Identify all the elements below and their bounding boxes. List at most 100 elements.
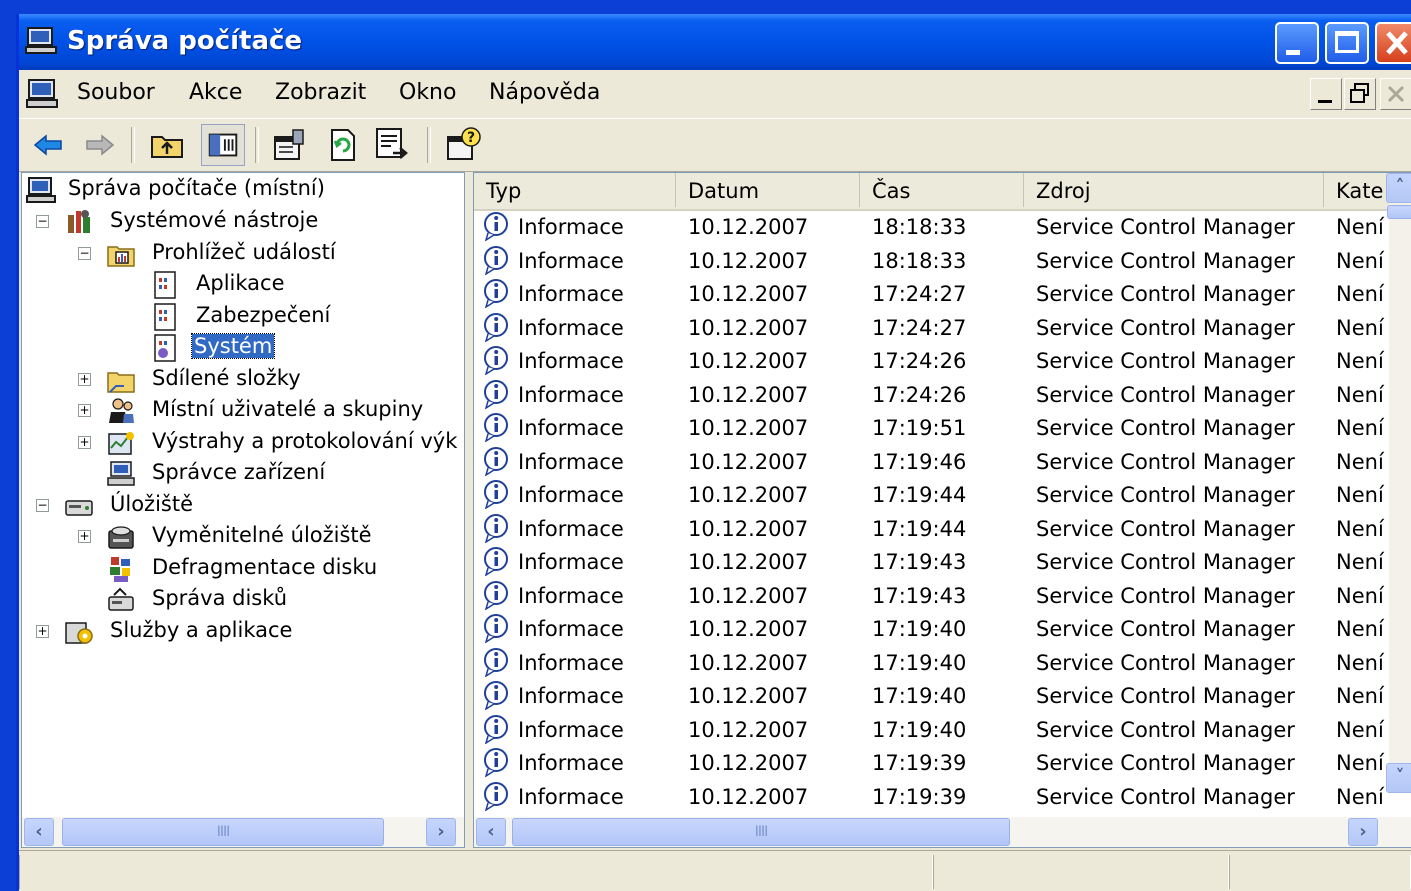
- column-header-cas[interactable]: Čas: [860, 173, 1024, 207]
- performance-icon: [108, 432, 134, 455]
- computer-icon[interactable]: [25, 78, 59, 110]
- scroll-thumb[interactable]: IIII: [512, 818, 1010, 846]
- expand-toggle[interactable]: +: [36, 625, 49, 638]
- menu-okno[interactable]: Okno: [399, 80, 456, 105]
- column-header-typ[interactable]: Typ: [474, 173, 676, 207]
- menu-akce[interactable]: Akce: [189, 80, 242, 105]
- collapse-toggle[interactable]: −: [36, 215, 49, 228]
- cell-source: Service Control Manager: [1036, 650, 1295, 675]
- tree-horizontal-scrollbar[interactable]: ‹ IIII ›: [22, 817, 464, 847]
- tree-item-shared-folders[interactable]: + Sdílené složky: [22, 365, 462, 395]
- expand-toggle[interactable]: +: [78, 436, 91, 449]
- tree-item-zabezpeceni[interactable]: Zabezpečení: [22, 302, 462, 332]
- cell-date: 10.12.2007: [688, 717, 809, 742]
- table-row[interactable]: Informace 10.12.2007 18:18:33 Service Contr…: [474, 209, 1394, 242]
- maximize-button[interactable]: [1325, 22, 1369, 64]
- tree-item-local-users[interactable]: + Místní uživatelé a skupiny: [22, 396, 462, 426]
- table-row[interactable]: Informace 10.12.2007 17:19:46 Service Contr…: [474, 444, 1394, 477]
- table-row[interactable]: Informace 10.12.2007 18:18:33 Service Contr…: [474, 243, 1394, 276]
- close-button[interactable]: [1375, 22, 1411, 64]
- scroll-right-button[interactable]: ›: [426, 818, 456, 846]
- expand-toggle[interactable]: +: [78, 404, 91, 417]
- information-icon: [484, 346, 508, 375]
- list-horizontal-scrollbar[interactable]: ‹ IIII ›: [474, 817, 1411, 847]
- menu-soubor[interactable]: Soubor: [77, 80, 155, 105]
- expand-toggle[interactable]: +: [78, 530, 91, 543]
- child-restore-button[interactable]: [1344, 78, 1376, 110]
- tree-item-system[interactable]: Systém: [22, 333, 462, 363]
- cell-date: 10.12.2007: [688, 248, 809, 273]
- help-icon[interactable]: ?: [443, 125, 483, 165]
- tree-item-disk-management[interactable]: Správa disků: [22, 585, 462, 615]
- properties-icon[interactable]: [269, 125, 309, 165]
- scroll-up-button[interactable]: ˄: [1386, 173, 1411, 203]
- cell-category: Není: [1336, 416, 1384, 440]
- column-header-zdroj[interactable]: Zdroj: [1024, 173, 1324, 207]
- table-row[interactable]: Informace 10.12.2007 17:19:43 Service Contr…: [474, 544, 1394, 577]
- child-close-button[interactable]: [1380, 78, 1411, 110]
- table-row[interactable]: Informace 10.12.2007 17:19:40 Service Contr…: [474, 712, 1394, 745]
- cell-type: Informace: [518, 248, 624, 273]
- cell-time: 17:24:26: [872, 382, 967, 407]
- scroll-thumb[interactable]: IIII: [62, 818, 384, 846]
- cell-time: 17:24:27: [872, 282, 967, 306]
- up-folder-icon[interactable]: [147, 125, 187, 165]
- table-row[interactable]: Informace 10.12.2007 17:24:26 Service Contr…: [474, 377, 1394, 410]
- table-row[interactable]: Informace 10.12.2007 17:19:44 Service Contr…: [474, 477, 1394, 510]
- table-row[interactable]: Informace 10.12.2007 17:19:40 Service Contr…: [474, 645, 1394, 678]
- event-list[interactable]: Typ Datum Čas Zdroj Kate Informace 10.12.…: [473, 172, 1411, 848]
- table-row[interactable]: Informace 10.12.2007 17:24:27 Service Contr…: [474, 276, 1394, 309]
- table-row[interactable]: Informace 10.12.2007 17:19:40 Service Contr…: [474, 678, 1394, 711]
- scroll-left-button[interactable]: ‹: [24, 818, 54, 846]
- cell-source: Service Control Manager: [1036, 684, 1295, 708]
- tree-item-aplikace[interactable]: Aplikace: [22, 270, 462, 300]
- tree-item-performance-alerts[interactable]: + Výstrahy a protokolování výk: [22, 428, 462, 458]
- table-row[interactable]: Informace 10.12.2007 17:19:39 Service Contr…: [474, 779, 1394, 812]
- export-list-icon[interactable]: [373, 125, 413, 165]
- scroll-thumb[interactable]: [1387, 205, 1411, 219]
- cell-date: 10.12.2007: [688, 483, 809, 507]
- expand-toggle[interactable]: +: [78, 373, 91, 386]
- scroll-left-button[interactable]: ‹: [476, 818, 506, 846]
- log-icon: [154, 303, 176, 331]
- information-icon: [484, 446, 508, 476]
- console-tree[interactable]: Správa počítače (místní) − Systémové nás…: [21, 172, 465, 848]
- tree-item-device-manager[interactable]: Správce zařízení: [22, 459, 462, 489]
- refresh-icon[interactable]: [323, 125, 363, 165]
- title-bar[interactable]: Správa počítače: [19, 14, 1411, 70]
- cell-time: 17:19:40: [872, 717, 967, 742]
- tree-item-root[interactable]: Správa počítače (místní): [26, 175, 456, 205]
- back-arrow-icon[interactable]: [29, 125, 69, 165]
- tree-item-storage[interactable]: − Úložiště: [22, 491, 462, 521]
- tree-item-defrag[interactable]: Defragmentace disku: [22, 554, 462, 584]
- menu-zobrazit[interactable]: Zobrazit: [275, 80, 366, 105]
- cell-source: Service Control Manager: [1036, 717, 1295, 742]
- table-row[interactable]: Informace 10.12.2007 17:19:43 Service Contr…: [474, 578, 1394, 611]
- table-row[interactable]: Informace 10.12.2007 17:19:51 Service Contr…: [474, 410, 1394, 443]
- column-header-datum[interactable]: Datum: [676, 173, 860, 207]
- table-row[interactable]: Informace 10.12.2007 17:24:26 Service Contr…: [474, 343, 1394, 376]
- menu-napoveda[interactable]: Nápověda: [489, 80, 600, 105]
- cell-type: Informace: [518, 583, 624, 608]
- scroll-down-button[interactable]: ˅: [1386, 763, 1411, 793]
- tree-item-services[interactable]: + Služby a aplikace: [22, 617, 462, 647]
- cell-source: Service Control Manager: [1036, 248, 1295, 273]
- information-icon: [484, 279, 508, 308]
- forward-arrow-icon[interactable]: [79, 125, 119, 165]
- table-row[interactable]: Informace 10.12.2007 17:19:39 Service Contr…: [474, 745, 1394, 778]
- tree-item-event-viewer[interactable]: − Prohlížeč událostí: [22, 239, 462, 269]
- show-hide-tree-button[interactable]: [201, 124, 245, 166]
- cell-date: 10.12.2007: [688, 516, 809, 541]
- table-row[interactable]: Informace 10.12.2007 17:19:40 Service Contr…: [474, 611, 1394, 644]
- table-row[interactable]: Informace 10.12.2007 17:19:44 Service Contr…: [474, 511, 1394, 544]
- collapse-toggle[interactable]: −: [36, 499, 49, 512]
- collapse-toggle[interactable]: −: [78, 247, 91, 260]
- table-row[interactable]: Informace 10.12.2007 17:24:27 Service Contr…: [474, 310, 1394, 343]
- list-vertical-scrollbar[interactable]: ˄ ˅: [1386, 173, 1411, 793]
- tree-item-system-tools[interactable]: − Systémové nástroje: [22, 207, 462, 237]
- child-minimize-button[interactable]: [1310, 78, 1342, 110]
- minimize-button[interactable]: [1275, 22, 1319, 64]
- scroll-right-button[interactable]: ›: [1348, 818, 1378, 846]
- column-header-kategorie[interactable]: Kate: [1324, 173, 1394, 207]
- tree-item-removable-storage[interactable]: + Vyměnitelné úložiště: [22, 522, 462, 552]
